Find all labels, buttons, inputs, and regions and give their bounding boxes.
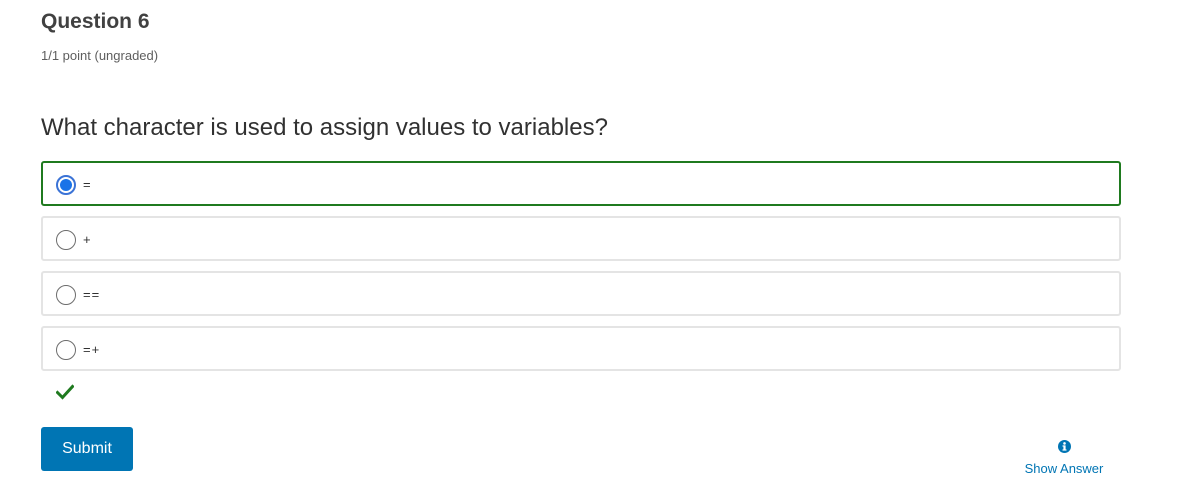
checkmark-icon <box>56 384 74 400</box>
show-answer-label: Show Answer <box>1024 461 1104 476</box>
question-title: Question 6 <box>41 10 150 33</box>
question-points: 1/1 point (ungraded) <box>41 48 159 63</box>
answer-option[interactable]: = <box>41 161 1121 206</box>
answer-option[interactable]: == <box>41 271 1121 316</box>
answer-option[interactable]: + <box>41 216 1121 261</box>
answer-option-label: + <box>83 232 92 247</box>
answer-option-label: = <box>83 177 92 192</box>
answer-options: = + == =+ <box>41 161 1121 381</box>
radio-button[interactable] <box>56 230 76 250</box>
show-answer-button[interactable]: Show Answer <box>1016 440 1112 477</box>
question-prompt: What character is used to assign values … <box>41 114 608 141</box>
radio-button[interactable] <box>56 175 76 195</box>
answer-option-label: == <box>83 287 101 302</box>
answer-option-label: =+ <box>83 342 101 357</box>
info-icon <box>1057 440 1071 453</box>
radio-button[interactable] <box>56 340 76 360</box>
submit-button[interactable]: Submit <box>41 427 133 471</box>
answer-option[interactable]: =+ <box>41 326 1121 371</box>
radio-button[interactable] <box>56 285 76 305</box>
problem-container: Question 6 1/1 point (ungraded) What cha… <box>0 0 1182 494</box>
